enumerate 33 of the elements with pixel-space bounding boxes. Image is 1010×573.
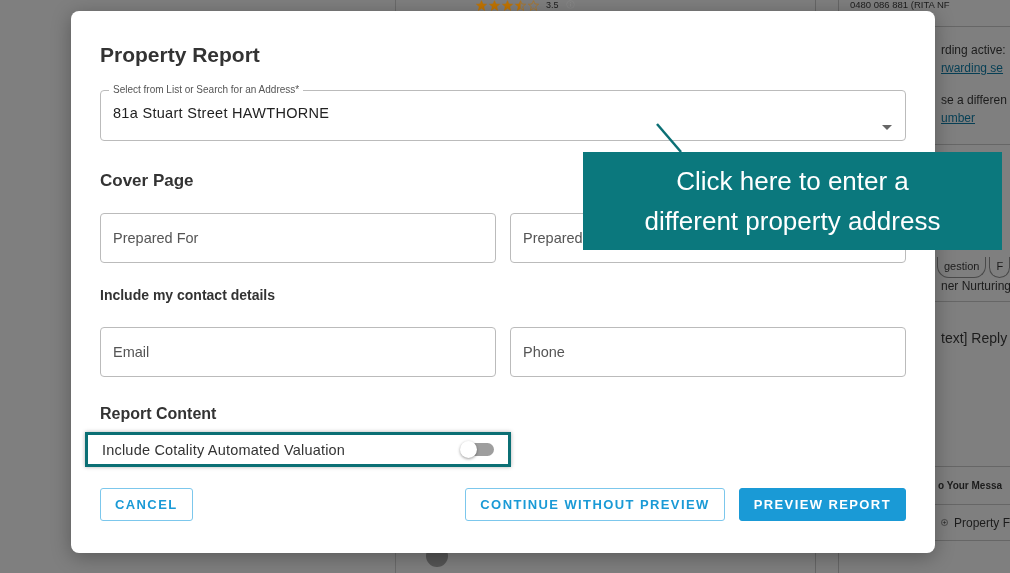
toggle-switch[interactable] [462, 443, 494, 456]
tutorial-tooltip: Click here to enter a different property address [583, 152, 1002, 250]
address-value: 81a Stuart Street HAWTHORNE [113, 104, 331, 123]
messages-heading: o Your Messa [938, 480, 1004, 491]
caret-icon [882, 125, 892, 130]
star-icon [515, 0, 526, 11]
option-label: Include Cotality Automated Valuation [102, 441, 346, 458]
text-field[interactable]: Prepared For [100, 213, 496, 263]
outline-button[interactable]: CANCEL [100, 488, 193, 521]
primary-button[interactable]: PREVIEW REPORT [738, 488, 906, 521]
star-icon [476, 0, 487, 11]
rating-value: 3.5 [546, 0, 559, 10]
suggestion-chip[interactable]: gestion [937, 257, 987, 278]
nurturing-label: ner Nurturing [940, 279, 1010, 293]
address-select[interactable]: Select from List or Search for an Address* 81a Stuart Street HAWTHORNE [100, 84, 906, 141]
section-heading: Cover Page [100, 170, 194, 192]
outline-button[interactable]: CONTINUE WITHOUT PREVIEW [465, 488, 725, 521]
star-icon [489, 0, 500, 11]
forwarding-link[interactable]: rwarding se [941, 59, 1004, 77]
forwarding-note: rding active: [941, 42, 1007, 59]
attachment-button[interactable]: Property F [941, 515, 1010, 530]
different-number-note: se a differen [941, 92, 1008, 109]
star-icon [528, 0, 539, 11]
different-number-link[interactable]: umber [941, 109, 975, 127]
section-subheading: Include my contact details [100, 287, 276, 303]
dialog-title: Property Report [100, 42, 260, 68]
reply-text: text] Reply [941, 330, 1009, 346]
text-field[interactable]: Email [100, 327, 496, 377]
address-select-label: Select from List or Search for an Address* [112, 84, 301, 96]
star-icon [502, 0, 513, 11]
contact-phone: 0480 086 881 (RITA NF [850, 0, 950, 10]
text-field[interactable]: Phone [510, 327, 906, 377]
section-heading: Report Content [100, 404, 217, 424]
